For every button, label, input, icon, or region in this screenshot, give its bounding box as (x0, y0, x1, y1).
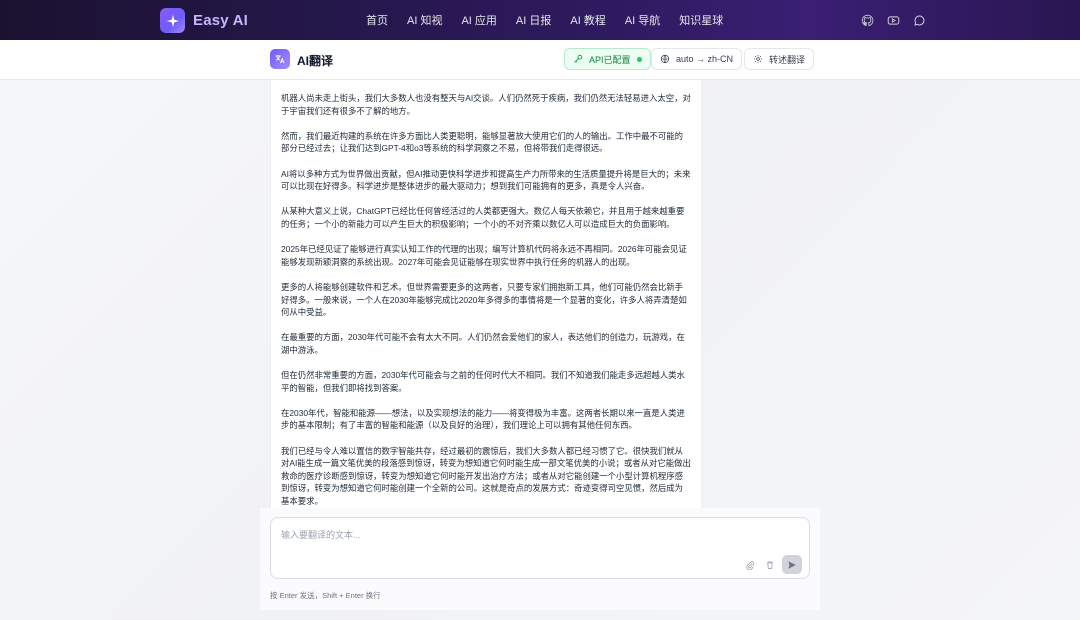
paragraph: 我们已经与令人难以置信的数字智能共存，经过最初的震惊后，我们大多数人都已经习惯了… (281, 445, 691, 506)
key-icon (574, 54, 583, 63)
github-icon[interactable] (860, 13, 874, 27)
paragraph: AI将以多种方式为世界做出贡献，但AI推动更快科学进步和提高生产力所带来的生活质… (281, 168, 691, 192)
tool-header (0, 40, 1080, 80)
paragraph: 但在仍然非常重要的方面，2030年代可能会与之前的任何时代大不相同。我们不知道我… (281, 370, 685, 393)
youtube-icon[interactable] (886, 13, 900, 27)
nav-item-ai-video[interactable]: AI 知视 (407, 12, 442, 28)
paragraph: 然而，我们最近构建的系统在许多方面比人类更聪明，能够显著放大使用它们的人的输出。… (281, 130, 683, 154)
translate-input[interactable] (270, 517, 810, 579)
language-pair-label: auto → zh-CN (676, 54, 734, 64)
translation-mode-button[interactable]: 转述翻译 (744, 48, 815, 70)
globe-icon (660, 54, 670, 64)
page-title: AI翻译 (297, 54, 334, 68)
send-button[interactable] (782, 555, 802, 574)
send-icon (788, 560, 796, 569)
input-placeholder: 输入要翻译的文本... (281, 530, 361, 540)
api-status-button[interactable]: API已配置 (564, 48, 651, 70)
sparkle-icon (160, 8, 185, 33)
status-dot (636, 56, 642, 62)
paragraph: 在最重要的方面，2030年代可能不会有太大不同。人们仍然会爱他们的家人，表达他们… (281, 332, 685, 355)
paragraph: 2025年已经见证了能够进行真实认知工作的代理的出现；编写计算机代码将永远不再相… (281, 244, 687, 267)
trash-icon[interactable] (764, 559, 776, 571)
translation-mode-label: 转述翻译 (769, 54, 806, 65)
translation-output[interactable]: 机器人尚未走上街头，我们大多数人也没有整天与AI交谈。人们仍然死于疾病，我们仍然… (270, 80, 702, 508)
nav-item-knowledge-planet[interactable]: 知识星球 (679, 12, 723, 28)
api-status-label: API已配置 (589, 54, 631, 65)
brand[interactable]: Easy AI (160, 8, 248, 33)
paragraph: 从某种大意义上说，ChatGPT已经比任何曾经活过的人类都更强大。数亿人每天依赖… (281, 206, 685, 229)
brand-name: Easy AI (193, 12, 249, 29)
language-selector[interactable]: auto → zh-CN (651, 48, 743, 70)
translate-icon (270, 49, 290, 69)
chat-icon[interactable] (912, 13, 926, 27)
social-links (860, 13, 926, 27)
paragraph: 机器人尚未走上街头，我们大多数人也没有整天与AI交谈。人们仍然死于疾病，我们仍然… (281, 93, 691, 116)
nav-item-ai-daily[interactable]: AI 日报 (516, 12, 551, 28)
nav-item-ai-apps[interactable]: AI 应用 (461, 12, 496, 28)
nav-item-ai-tutorials[interactable]: AI 教程 (570, 12, 605, 28)
paragraph: 更多的人将能够创建软件和艺术。但世界需要更多的这两者，只要专家们拥抱新工具，他们… (281, 281, 687, 318)
paperclip-icon[interactable] (744, 559, 756, 571)
top-navbar: Easy AI 首页 AI 知视 AI 应用 AI 日报 AI 教程 AI 导航… (0, 0, 1080, 40)
nav-item-ai-directory[interactable]: AI 导航 (625, 12, 660, 28)
keyboard-hint: 按 Enter 发送，Shift + Enter 换行 (270, 591, 381, 600)
gear-icon (753, 54, 763, 64)
translation-text: 机器人尚未走上街头，我们大多数人也没有整天与AI交谈。人们仍然死于疾病，我们仍然… (271, 80, 701, 508)
paragraph: 在2030年代，智能和能源——想法，以及实现想法的能力——将变得极为丰富。这两者… (281, 407, 685, 431)
main-nav: 首页 AI 知视 AI 应用 AI 日报 AI 教程 AI 导航 知识星球 (366, 0, 742, 40)
nav-item-home[interactable]: 首页 (366, 12, 388, 28)
